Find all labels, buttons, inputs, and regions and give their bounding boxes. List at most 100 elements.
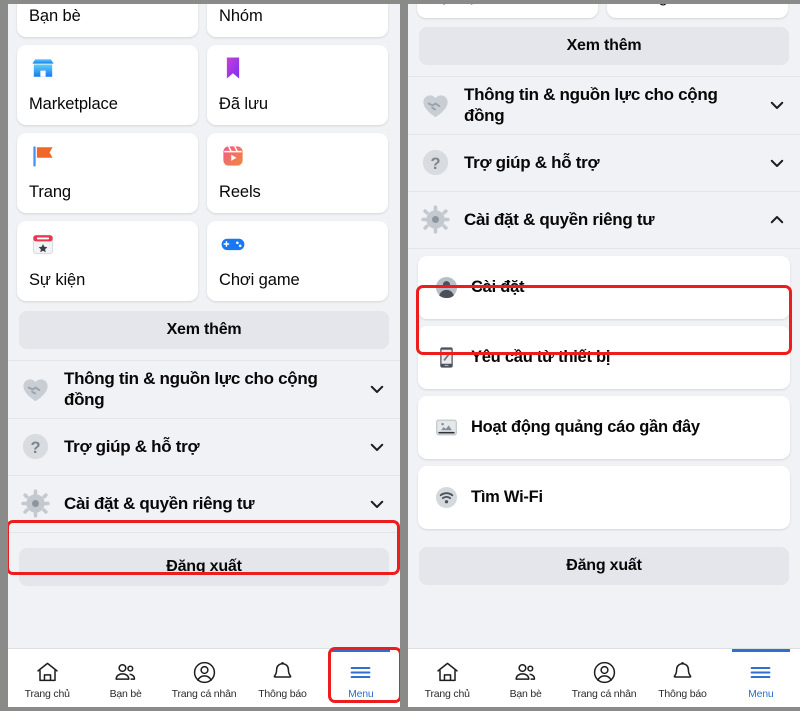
nav-tab-friends[interactable]: Bạn bè bbox=[486, 649, 564, 707]
right-panel-scroll-body[interactable]: Sự kiện Chơi game Xem thêm Thông tin & ng… bbox=[408, 4, 800, 648]
logout-button[interactable]: Đăng xuất bbox=[419, 546, 789, 585]
svg-text:?: ? bbox=[30, 439, 40, 457]
shortcut-card[interactable]: Marketplace bbox=[17, 45, 198, 125]
top-bezel bbox=[0, 0, 800, 4]
handshake-heart-icon bbox=[420, 90, 451, 121]
shortcut-card[interactable]: Reels bbox=[207, 133, 388, 213]
nav-tab-home[interactable]: Trang chủ bbox=[8, 649, 86, 707]
screenshot-root: Bạn bè Nhóm Marketplace Đã lưu Trang Reels Sự … bbox=[0, 0, 800, 711]
nav-tab-label: Trang cá nhân bbox=[571, 688, 637, 700]
question-mark-icon: ? bbox=[20, 431, 51, 462]
marketplace-icon bbox=[29, 54, 57, 82]
nav-tab-label: Bạn bè bbox=[509, 688, 542, 700]
right-phone-panel: Sự kiện Chơi game Xem thêm Thông tin & ng… bbox=[408, 4, 800, 707]
bottom-bezel bbox=[0, 707, 800, 711]
nav-tab-label: Menu bbox=[348, 688, 374, 700]
section-row-label: Cài đặt & quyền riêng tư bbox=[64, 493, 255, 513]
gear-icon bbox=[20, 488, 51, 519]
chevron-down-icon[interactable] bbox=[368, 380, 386, 398]
section-row[interactable]: ? Trợ giúp & hỗ trợ bbox=[408, 134, 800, 192]
settings-submenu-item-label: Hoạt động quảng cáo gần đây bbox=[471, 417, 700, 436]
nav-tab-hamburger-menu[interactable]: Menu bbox=[722, 649, 800, 707]
home-icon bbox=[35, 659, 60, 685]
see-more-button[interactable]: Xem thêm bbox=[419, 27, 789, 65]
ad-activity-icon bbox=[434, 415, 459, 440]
nav-tab-profile[interactable]: Trang cá nhân bbox=[165, 649, 243, 707]
nav-tab-label: Menu bbox=[748, 688, 774, 700]
chevron-down-icon[interactable] bbox=[368, 438, 386, 456]
shortcut-card-label: Sự kiện bbox=[429, 4, 485, 7]
pages-flag-icon bbox=[29, 142, 57, 170]
shortcut-card[interactable]: Đã lưu bbox=[207, 45, 388, 125]
hamburger-menu-icon bbox=[348, 659, 373, 685]
settings-submenu-item[interactable]: Cài đặt bbox=[418, 255, 790, 319]
shortcut-card-label: Bạn bè bbox=[29, 7, 81, 25]
shortcut-card-label: Trang bbox=[29, 183, 71, 201]
nav-tab-label: Thông báo bbox=[658, 688, 707, 700]
shortcut-card[interactable]: Sự kiện bbox=[17, 221, 198, 301]
bell-icon bbox=[670, 659, 695, 685]
events-calendar-icon bbox=[29, 230, 57, 258]
shortcut-card[interactable]: Nhóm bbox=[207, 4, 388, 37]
settings-submenu-list: Cài đặt Yêu cầu từ thiết bị Hoạt động quản… bbox=[408, 255, 800, 529]
gaming-controller-icon bbox=[219, 230, 247, 258]
chevron-up-icon[interactable] bbox=[768, 211, 786, 229]
see-more-button[interactable]: Xem thêm bbox=[19, 311, 389, 349]
nav-tab-label: Thông báo bbox=[258, 688, 307, 700]
section-row[interactable]: Cài đặt & quyền riêng tư bbox=[408, 191, 800, 249]
shortcut-card-label: Marketplace bbox=[29, 95, 118, 113]
section-list: Thông tin & nguồn lực cho cộng đồng? Trợ … bbox=[408, 76, 800, 249]
nav-tab-home[interactable]: Trang chủ bbox=[408, 649, 486, 707]
gear-icon bbox=[420, 204, 451, 235]
shortcut-card[interactable]: Chơi game bbox=[207, 221, 388, 301]
wifi-icon bbox=[434, 485, 459, 510]
hamburger-menu-icon bbox=[748, 659, 773, 685]
handshake-heart-icon bbox=[20, 374, 51, 405]
shortcut-card[interactable]: Trang bbox=[17, 133, 198, 213]
section-list: Thông tin & nguồn lực cho cộng đồng ? Trợ … bbox=[8, 360, 400, 533]
shortcut-card[interactable]: Chơi game bbox=[607, 4, 788, 18]
section-row-label: Cài đặt & quyền riêng tư bbox=[464, 209, 655, 229]
account-avatar-icon bbox=[434, 275, 459, 300]
nav-tab-label: Trang cá nhân bbox=[171, 688, 237, 700]
reels-icon bbox=[219, 142, 247, 170]
shortcut-card-label: Chơi game bbox=[219, 271, 300, 289]
bell-icon bbox=[270, 659, 295, 685]
friends-icon bbox=[113, 659, 138, 685]
shortcut-card[interactable]: Bạn bè bbox=[17, 4, 198, 37]
settings-submenu-item-label: Yêu cầu từ thiết bị bbox=[471, 347, 611, 366]
nav-tab-bell[interactable]: Thông báo bbox=[243, 649, 321, 707]
profile-icon bbox=[592, 659, 617, 685]
left-phone-panel: Bạn bè Nhóm Marketplace Đã lưu Trang Reels Sự … bbox=[8, 4, 400, 707]
nav-tab-label: Trang chủ bbox=[24, 688, 70, 700]
shortcut-card-label: Sự kiện bbox=[29, 271, 86, 289]
shortcut-grid: Bạn bè Nhóm Marketplace Đã lưu Trang Reels Sự … bbox=[8, 4, 400, 301]
shortcut-card[interactable]: Sự kiện bbox=[417, 4, 598, 18]
settings-submenu-item[interactable]: Hoạt động quảng cáo gần đây bbox=[418, 395, 790, 459]
left-panel-scroll-body[interactable]: Bạn bè Nhóm Marketplace Đã lưu Trang Reels Sự … bbox=[8, 4, 400, 648]
chevron-down-icon[interactable] bbox=[768, 96, 786, 114]
nav-tab-friends[interactable]: Bạn bè bbox=[86, 649, 164, 707]
profile-icon bbox=[192, 659, 217, 685]
bottom-navigation-bar: Trang chủ Bạn bè Trang cá nhân Thông báo Men… bbox=[8, 648, 400, 707]
chevron-down-icon[interactable] bbox=[368, 495, 386, 513]
section-row-label: Trợ giúp & hỗ trợ bbox=[464, 152, 600, 172]
chevron-down-icon[interactable] bbox=[768, 154, 786, 172]
shortcut-grid-partial: Sự kiện Chơi game bbox=[408, 4, 800, 18]
nav-tab-bell[interactable]: Thông báo bbox=[643, 649, 721, 707]
section-row-label: Thông tin & nguồn lực cho cộng đồng bbox=[64, 369, 318, 410]
settings-submenu-item-label: Tìm Wi-Fi bbox=[471, 487, 543, 506]
logout-button[interactable]: Đăng xuất bbox=[19, 547, 389, 586]
nav-tab-label: Trang chủ bbox=[424, 688, 470, 700]
settings-submenu-item[interactable]: Yêu cầu từ thiết bị bbox=[418, 325, 790, 389]
device-request-icon bbox=[434, 345, 459, 370]
settings-submenu-item[interactable]: Tìm Wi-Fi bbox=[418, 465, 790, 529]
section-row[interactable]: ? Trợ giúp & hỗ trợ bbox=[8, 418, 400, 476]
nav-tab-profile[interactable]: Trang cá nhân bbox=[565, 649, 643, 707]
section-row[interactable]: Cài đặt & quyền riêng tư bbox=[8, 475, 400, 533]
nav-tab-label: Bạn bè bbox=[109, 688, 142, 700]
section-row[interactable]: Thông tin & nguồn lực cho cộng đồng bbox=[8, 361, 400, 419]
svg-text:?: ? bbox=[430, 155, 440, 173]
section-row[interactable]: Thông tin & nguồn lực cho cộng đồng bbox=[408, 77, 800, 135]
nav-tab-hamburger-menu[interactable]: Menu bbox=[322, 649, 400, 707]
